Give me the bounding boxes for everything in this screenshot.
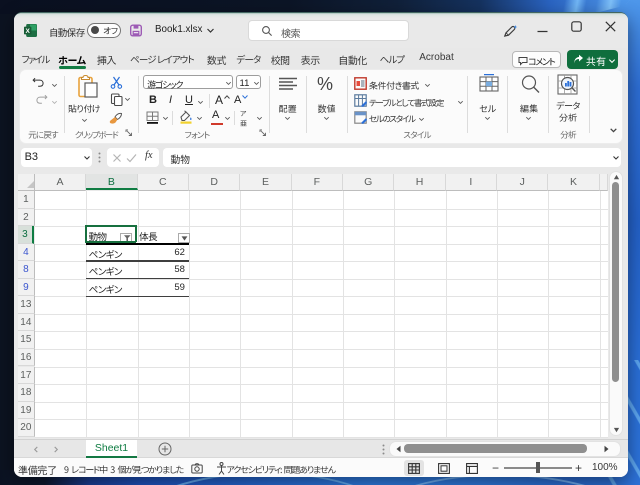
svg-text:X: X bbox=[26, 28, 31, 35]
